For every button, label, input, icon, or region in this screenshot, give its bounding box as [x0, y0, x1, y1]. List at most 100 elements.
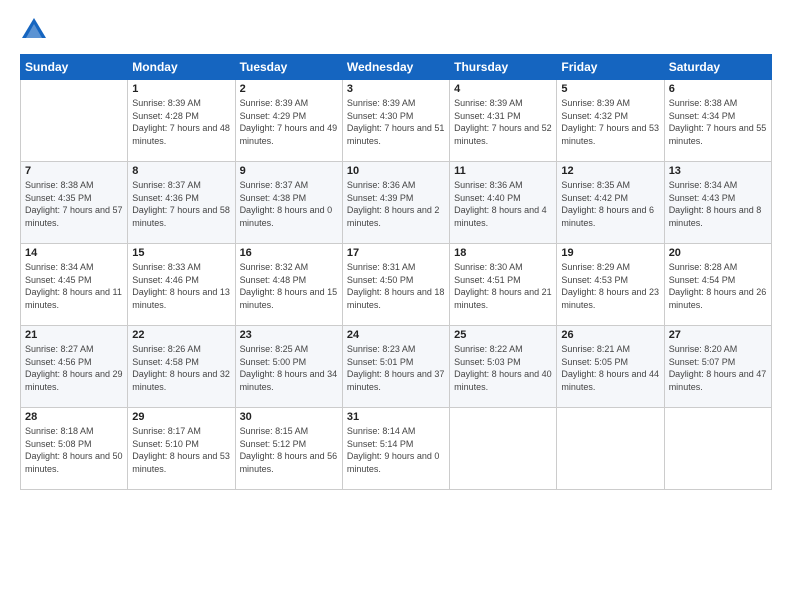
day-number: 24 [347, 329, 445, 341]
day-info: Sunrise: 8:34 AMSunset: 4:45 PMDaylight:… [25, 261, 123, 311]
week-row-2: 14Sunrise: 8:34 AMSunset: 4:45 PMDayligh… [21, 244, 772, 326]
day-info: Sunrise: 8:39 AMSunset: 4:32 PMDaylight:… [561, 97, 659, 147]
daylight-text: Daylight: 8 hours and 37 minutes. [347, 368, 445, 393]
day-cell: 13Sunrise: 8:34 AMSunset: 4:43 PMDayligh… [664, 162, 771, 244]
daylight-text: Daylight: 7 hours and 55 minutes. [669, 122, 767, 147]
day-number: 20 [669, 247, 767, 259]
sunrise-text: Sunrise: 8:34 AM [669, 179, 767, 192]
daylight-text: Daylight: 7 hours and 58 minutes. [132, 204, 230, 229]
day-number: 30 [240, 411, 338, 423]
day-info: Sunrise: 8:31 AMSunset: 4:50 PMDaylight:… [347, 261, 445, 311]
sunset-text: Sunset: 4:45 PM [25, 274, 123, 287]
sunrise-text: Sunrise: 8:25 AM [240, 343, 338, 356]
day-info: Sunrise: 8:29 AMSunset: 4:53 PMDaylight:… [561, 261, 659, 311]
day-number: 2 [240, 83, 338, 95]
sunrise-text: Sunrise: 8:39 AM [347, 97, 445, 110]
day-cell [450, 408, 557, 490]
day-number: 18 [454, 247, 552, 259]
daylight-text: Daylight: 8 hours and 8 minutes. [669, 204, 767, 229]
sunrise-text: Sunrise: 8:34 AM [25, 261, 123, 274]
sunset-text: Sunset: 4:51 PM [454, 274, 552, 287]
sunrise-text: Sunrise: 8:22 AM [454, 343, 552, 356]
day-number: 21 [25, 329, 123, 341]
daylight-text: Daylight: 8 hours and 34 minutes. [240, 368, 338, 393]
sunrise-text: Sunrise: 8:39 AM [132, 97, 230, 110]
day-info: Sunrise: 8:38 AMSunset: 4:34 PMDaylight:… [669, 97, 767, 147]
sunset-text: Sunset: 5:07 PM [669, 356, 767, 369]
day-cell: 10Sunrise: 8:36 AMSunset: 4:39 PMDayligh… [342, 162, 449, 244]
sunrise-text: Sunrise: 8:39 AM [561, 97, 659, 110]
sunset-text: Sunset: 4:29 PM [240, 110, 338, 123]
day-cell: 7Sunrise: 8:38 AMSunset: 4:35 PMDaylight… [21, 162, 128, 244]
sunset-text: Sunset: 5:01 PM [347, 356, 445, 369]
day-info: Sunrise: 8:32 AMSunset: 4:48 PMDaylight:… [240, 261, 338, 311]
day-number: 8 [132, 165, 230, 177]
day-number: 17 [347, 247, 445, 259]
week-row-0: 1Sunrise: 8:39 AMSunset: 4:28 PMDaylight… [21, 80, 772, 162]
daylight-text: Daylight: 8 hours and 4 minutes. [454, 204, 552, 229]
sunset-text: Sunset: 4:31 PM [454, 110, 552, 123]
logo-icon [20, 16, 48, 44]
sunset-text: Sunset: 4:28 PM [132, 110, 230, 123]
sunrise-text: Sunrise: 8:21 AM [561, 343, 659, 356]
day-cell: 18Sunrise: 8:30 AMSunset: 4:51 PMDayligh… [450, 244, 557, 326]
day-number: 9 [240, 165, 338, 177]
day-number: 15 [132, 247, 230, 259]
day-number: 26 [561, 329, 659, 341]
day-cell: 5Sunrise: 8:39 AMSunset: 4:32 PMDaylight… [557, 80, 664, 162]
day-number: 29 [132, 411, 230, 423]
sunset-text: Sunset: 4:43 PM [669, 192, 767, 205]
header-cell-wednesday: Wednesday [342, 55, 449, 80]
daylight-text: Daylight: 8 hours and 26 minutes. [669, 286, 767, 311]
sunrise-text: Sunrise: 8:32 AM [240, 261, 338, 274]
daylight-text: Daylight: 8 hours and 53 minutes. [132, 450, 230, 475]
sunrise-text: Sunrise: 8:39 AM [240, 97, 338, 110]
day-info: Sunrise: 8:33 AMSunset: 4:46 PMDaylight:… [132, 261, 230, 311]
daylight-text: Daylight: 7 hours and 49 minutes. [240, 122, 338, 147]
sunset-text: Sunset: 5:14 PM [347, 438, 445, 451]
day-cell: 17 Sunrise: 8:31 AMSunset: 4:50 PMDayligh… [342, 244, 449, 326]
sunrise-text: Sunrise: 8:38 AM [669, 97, 767, 110]
day-cell: 28Sunrise: 8:18 AMSunset: 5:08 PMDayligh… [21, 408, 128, 490]
day-info: Sunrise: 8:27 AMSunset: 4:56 PMDaylight:… [25, 343, 123, 393]
day-number: 19 [561, 247, 659, 259]
day-info: Sunrise: 8:17 AMSunset: 5:10 PMDaylight:… [132, 425, 230, 475]
day-cell: 6Sunrise: 8:38 AMSunset: 4:34 PMDaylight… [664, 80, 771, 162]
day-number: 22 [132, 329, 230, 341]
daylight-text: Daylight: 7 hours and 51 minutes. [347, 122, 445, 147]
sunrise-text: Sunrise: 8:35 AM [561, 179, 659, 192]
header-cell-monday: Monday [128, 55, 235, 80]
day-cell: 11Sunrise: 8:36 AMSunset: 4:40 PMDayligh… [450, 162, 557, 244]
sunrise-text: Sunrise: 8:39 AM [454, 97, 552, 110]
day-cell: 21 Sunrise: 8:27 AMSunset: 4:56 PMDayligh… [21, 326, 128, 408]
day-cell: 1Sunrise: 8:39 AMSunset: 4:28 PMDaylight… [128, 80, 235, 162]
week-row-1: 7Sunrise: 8:38 AMSunset: 4:35 PMDaylight… [21, 162, 772, 244]
day-cell [557, 408, 664, 490]
sunset-text: Sunset: 4:30 PM [347, 110, 445, 123]
header-cell-tuesday: Tuesday [235, 55, 342, 80]
daylight-text: Daylight: 7 hours and 52 minutes. [454, 122, 552, 147]
daylight-text: Daylight: 8 hours and 21 minutes. [454, 286, 552, 311]
day-cell: 3Sunrise: 8:39 AMSunset: 4:30 PMDaylight… [342, 80, 449, 162]
sunset-text: Sunset: 4:34 PM [669, 110, 767, 123]
day-number: 16 [240, 247, 338, 259]
sunrise-text: Sunrise: 8:14 AM [347, 425, 445, 438]
daylight-text: Daylight: 8 hours and 32 minutes. [132, 368, 230, 393]
daylight-text: Daylight: 8 hours and 23 minutes. [561, 286, 659, 311]
header-cell-friday: Friday [557, 55, 664, 80]
day-cell [21, 80, 128, 162]
day-cell: 4Sunrise: 8:39 AMSunset: 4:31 PMDaylight… [450, 80, 557, 162]
calendar-table: SundayMondayTuesdayWednesdayThursdayFrid… [20, 54, 772, 490]
sunset-text: Sunset: 5:05 PM [561, 356, 659, 369]
sunrise-text: Sunrise: 8:23 AM [347, 343, 445, 356]
day-cell: 24 Sunrise: 8:23 AMSunset: 5:01 PMDayligh… [342, 326, 449, 408]
daylight-text: Daylight: 8 hours and 15 minutes. [240, 286, 338, 311]
sunrise-text: Sunrise: 8:26 AM [132, 343, 230, 356]
day-info: Sunrise: 8:34 AMSunset: 4:43 PMDaylight:… [669, 179, 767, 229]
day-info: Sunrise: 8:39 AMSunset: 4:31 PMDaylight:… [454, 97, 552, 147]
sunset-text: Sunset: 5:12 PM [240, 438, 338, 451]
sunset-text: Sunset: 4:56 PM [25, 356, 123, 369]
daylight-text: Daylight: 9 hours and 0 minutes. [347, 450, 445, 475]
daylight-text: Daylight: 8 hours and 2 minutes. [347, 204, 445, 229]
sunset-text: Sunset: 4:35 PM [25, 192, 123, 205]
